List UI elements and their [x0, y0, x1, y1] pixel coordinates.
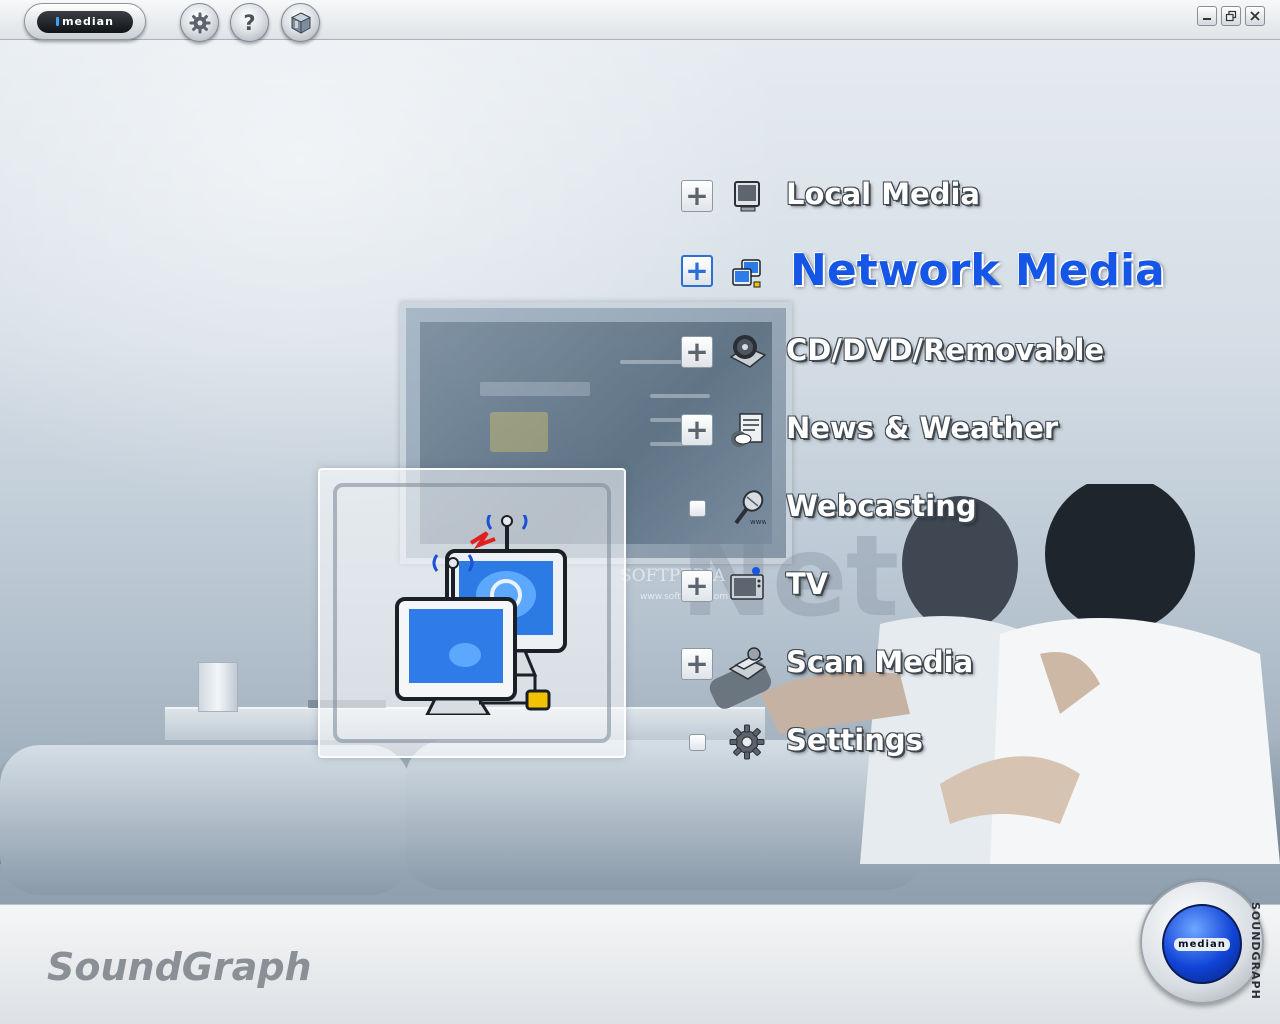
badge-ring-text-layer: SOUNDGRAPH	[1142, 882, 1266, 1006]
menu-item-settings[interactable]: Settings	[680, 721, 1240, 761]
menu-item-webcasting[interactable]: www Webcasting	[680, 487, 1240, 527]
expand-button[interactable]: +	[681, 255, 713, 287]
preview-panel	[318, 468, 626, 758]
expand-button[interactable]	[689, 500, 706, 517]
cd-stack	[198, 662, 238, 712]
logo-text: MEDIAN	[62, 15, 114, 28]
top-toolbar: MEDIAN ?	[0, 0, 1280, 42]
microphone-icon: www	[734, 490, 766, 526]
network-computers-icon	[732, 259, 761, 288]
menu-label: Settings	[786, 723, 923, 757]
svg-text:www: www	[750, 518, 766, 526]
expand-button[interactable]: +	[681, 570, 713, 602]
app-logo-button[interactable]: MEDIAN	[24, 3, 146, 40]
menu-label: Network Media	[790, 245, 1165, 296]
badge-ring-text: SOUNDGRAPH	[1249, 902, 1262, 1000]
menu-label: News & Weather	[786, 411, 1059, 445]
tv-ghost-line	[650, 394, 710, 398]
expand-button[interactable]: +	[681, 648, 713, 680]
menu-item-local-media[interactable]: + Local Media	[680, 175, 1240, 215]
gear-icon	[189, 12, 210, 33]
minimize-icon	[1203, 18, 1211, 20]
tv-ghost-tab	[480, 382, 590, 396]
menu-label: CD/DVD/Removable	[786, 333, 1105, 367]
minimize-button[interactable]	[1197, 6, 1217, 26]
menu-item-tv[interactable]: + TV	[680, 565, 1240, 605]
expand-button[interactable]: +	[681, 336, 713, 368]
menu-label: Webcasting	[786, 489, 977, 523]
network-computers-icon	[395, 515, 567, 715]
scanner-icon	[728, 647, 766, 680]
close-icon	[1250, 11, 1260, 21]
menu-label: TV	[786, 567, 829, 601]
gear-icon	[729, 724, 765, 760]
package-button[interactable]	[281, 3, 320, 42]
news-weather-icon	[731, 413, 763, 447]
maximize-button[interactable]	[1221, 6, 1241, 26]
menu-item-network-media[interactable]: + Network Media	[680, 245, 1240, 296]
monitor-icon	[734, 181, 760, 212]
logo-badge: MEDIAN	[37, 10, 133, 33]
sofa-cushion	[0, 745, 410, 895]
bottom-bar: SoundGraph	[0, 904, 1280, 1024]
menu-label: Scan Media	[786, 645, 974, 679]
logo-dot	[56, 17, 60, 26]
question-icon: ?	[243, 10, 256, 35]
box-icon	[290, 11, 311, 34]
menu-item-scan-media[interactable]: + Scan Media	[680, 643, 1240, 683]
menu-item-cd-dvd-removable[interactable]: + CD/DVD/Removable	[680, 331, 1240, 371]
brand-label: SoundGraph	[47, 945, 312, 989]
background-photo: Net SOFTPEDIA www.softpedia.com	[0, 40, 1280, 904]
expand-button[interactable]: +	[681, 414, 713, 446]
tv-ghost-folder	[490, 412, 548, 452]
tv-icon	[730, 567, 764, 600]
close-button[interactable]	[1245, 6, 1265, 26]
expand-button[interactable]: +	[681, 180, 713, 212]
menu-label: Local Media	[786, 177, 980, 211]
help-button[interactable]: ?	[230, 3, 269, 42]
expand-button[interactable]	[689, 734, 706, 751]
menu-item-news-weather[interactable]: + News & Weather	[680, 409, 1240, 449]
restore-icon	[1225, 10, 1237, 22]
imedian-badge[interactable]: MEDIAN SOUNDGRAPH	[1140, 880, 1264, 1004]
disc-drive-icon	[729, 335, 766, 368]
settings-button[interactable]	[180, 3, 219, 42]
